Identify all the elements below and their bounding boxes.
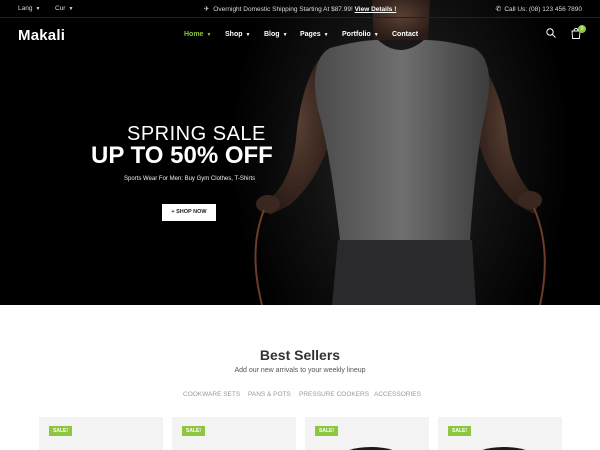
product-card[interactable]: SALE!	[39, 417, 163, 450]
best-sellers-title: Best Sellers	[259, 347, 341, 363]
athlete-illustration	[254, 0, 546, 305]
nav-label: Home	[184, 31, 204, 38]
airplane-icon: ✈	[203, 6, 210, 13]
nav-label: Shop	[225, 31, 243, 38]
site-logo[interactable]: Makali	[18, 27, 65, 44]
hero-description: Sports Wear For Men: Buy Gym Clothes, T-…	[124, 176, 256, 182]
nav-portfolio[interactable]: Portfolio ▼	[342, 31, 379, 38]
chevron-down-icon: ▼	[373, 32, 379, 38]
sale-badge: SALE!	[315, 426, 338, 436]
sale-badge: SALE!	[448, 426, 471, 436]
phone-icon: ✆	[495, 6, 502, 13]
search-icon[interactable]	[546, 28, 556, 38]
nav-label: Portfolio	[342, 31, 371, 38]
product-card[interactable]: SALE!	[172, 417, 296, 450]
cart-count-badge: 0	[578, 25, 586, 33]
chevron-down-icon: ▼	[206, 32, 212, 38]
nav-label: Contact	[392, 31, 419, 38]
best-sellers-subtitle: Add our new arrivals to your weekly line…	[234, 367, 366, 374]
filter-tab-accessories[interactable]: ACCESSORIES	[374, 391, 421, 398]
nav-label: Blog	[264, 31, 280, 38]
filter-tab-pressure-cookers[interactable]: PRESSURE COOKERS	[299, 391, 369, 398]
filter-tab-cookware-sets[interactable]: COOKWARE SETS	[183, 391, 240, 398]
chevron-down-icon: ▼	[323, 32, 329, 38]
product-card[interactable]: SALE!	[438, 417, 562, 450]
nav-pages[interactable]: Pages ▼	[300, 31, 329, 38]
promo-text: Overnight Domestic Shipping Starting At …	[213, 6, 353, 13]
product-card[interactable]: SALE!	[305, 417, 429, 450]
nav-blog[interactable]: Blog ▼	[264, 31, 288, 38]
nav-contact[interactable]: Contact	[392, 31, 418, 38]
view-details-link[interactable]: View Details !	[355, 6, 397, 13]
nav-home[interactable]: Home ▼	[184, 31, 211, 38]
phone-number: Call Us: (08) 123 456 7890	[504, 6, 582, 13]
filter-tab-pans-pots[interactable]: PANS & POTS	[248, 391, 291, 398]
top-bar: Lang ▼ Cur ▼ ✈ Overnight Domestic Shipping…	[0, 0, 600, 18]
sale-badge: SALE!	[49, 426, 72, 436]
hero-title: UP TO 50% OFF	[91, 142, 273, 169]
nav-label: Pages	[300, 31, 321, 38]
phone-contact: ✆ Call Us: (08) 123 456 7890	[495, 5, 582, 13]
hero-banner: Lang ▼ Cur ▼ ✈ Overnight Domestic Shipping…	[0, 0, 600, 305]
shop-now-button[interactable]: + SHOP NOW	[162, 204, 216, 221]
sale-badge: SALE!	[182, 426, 205, 436]
chevron-down-icon: ▼	[282, 32, 288, 38]
nav-shop[interactable]: Shop ▼	[225, 31, 250, 38]
chevron-down-icon: ▼	[245, 32, 251, 38]
